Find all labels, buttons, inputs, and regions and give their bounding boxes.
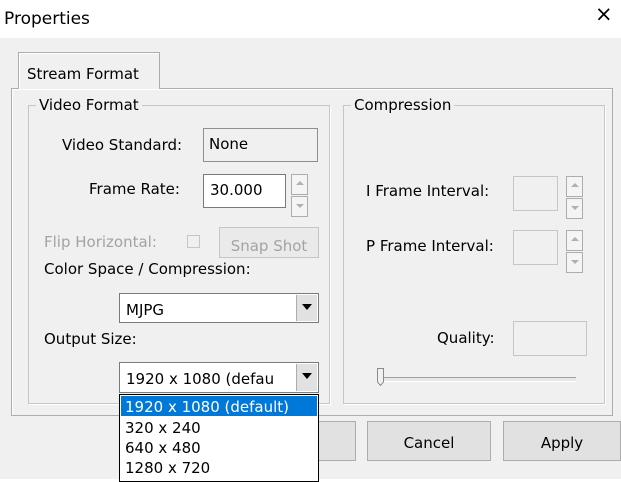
frame-rate-value: 30.000	[210, 181, 263, 199]
frame-rate-spin-up-icon[interactable]	[291, 174, 308, 195]
video-standard-field: None	[203, 128, 318, 162]
option-label: 320 x 240	[125, 419, 201, 437]
apply-label: Apply	[540, 434, 584, 452]
chevron-down-icon	[302, 373, 312, 379]
output-size-option[interactable]: 320 x 240	[121, 417, 317, 437]
option-label: 1920 x 1080 (default)	[125, 398, 290, 416]
video-standard-value: None	[209, 135, 249, 153]
title-bar: Properties ×	[0, 0, 621, 38]
output-size-select[interactable]: 1920 x 1080 (defau	[119, 362, 319, 393]
frame-rate-input[interactable]: 30.000	[203, 174, 286, 208]
p-frame-spin-down-icon[interactable]	[566, 252, 583, 273]
i-frame-interval-label: I Frame Interval:	[366, 182, 490, 200]
tab-label: Stream Format	[27, 65, 139, 83]
video-format-legend: Video Format	[36, 98, 142, 113]
quality-slider-thumb[interactable]	[377, 368, 384, 386]
i-frame-interval-input[interactable]	[513, 176, 558, 211]
flip-horizontal-checkbox[interactable]	[187, 235, 200, 248]
compression-legend: Compression	[351, 98, 455, 113]
p-frame-interval-label: P Frame Interval:	[366, 237, 494, 255]
i-frame-spin-up-icon[interactable]	[566, 176, 583, 197]
frame-rate-spin-down-icon[interactable]	[291, 196, 308, 217]
quality-input[interactable]	[513, 321, 587, 356]
cancel-label: Cancel	[403, 434, 455, 452]
output-size-option[interactable]: 640 x 480	[121, 437, 317, 457]
output-size-option[interactable]: 1920 x 1080 (default)	[121, 396, 317, 416]
color-space-select[interactable]: MJPG	[119, 293, 319, 323]
option-label: 1280 x 720	[125, 459, 211, 477]
color-space-label: Color Space / Compression:	[44, 260, 251, 278]
frame-rate-label: Frame Rate:	[89, 180, 180, 198]
p-frame-interval-input[interactable]	[513, 230, 558, 265]
p-frame-spin-up-icon[interactable]	[566, 230, 583, 251]
close-icon[interactable]: ×	[595, 4, 613, 25]
snap-shot-label: Snap Shot	[230, 237, 308, 255]
quality-slider-track[interactable]	[378, 377, 576, 382]
color-space-dropdown-button[interactable]	[296, 295, 317, 321]
color-space-value: MJPG	[126, 301, 165, 319]
output-size-dropdown-list: 1920 x 1080 (default) 320 x 240 640 x 48…	[119, 394, 319, 482]
output-size-label: Output Size:	[44, 330, 137, 348]
flip-horizontal-label: Flip Horizontal:	[44, 233, 157, 251]
chevron-down-icon	[302, 304, 312, 310]
tab-stream-format[interactable]: Stream Format	[18, 52, 160, 89]
video-standard-label: Video Standard:	[62, 136, 183, 154]
output-size-value: 1920 x 1080 (defau	[126, 370, 275, 388]
apply-button[interactable]: Apply	[503, 421, 621, 461]
window-title: Properties	[4, 9, 90, 29]
output-size-dropdown-button[interactable]	[296, 364, 317, 391]
output-size-option[interactable]: 1280 x 720	[121, 457, 317, 477]
cancel-button[interactable]: Cancel	[367, 421, 491, 461]
i-frame-spin-down-icon[interactable]	[566, 198, 583, 219]
option-label: 640 x 480	[125, 439, 201, 457]
snap-shot-button[interactable]: Snap Shot	[219, 227, 319, 258]
quality-label: Quality:	[437, 329, 495, 347]
